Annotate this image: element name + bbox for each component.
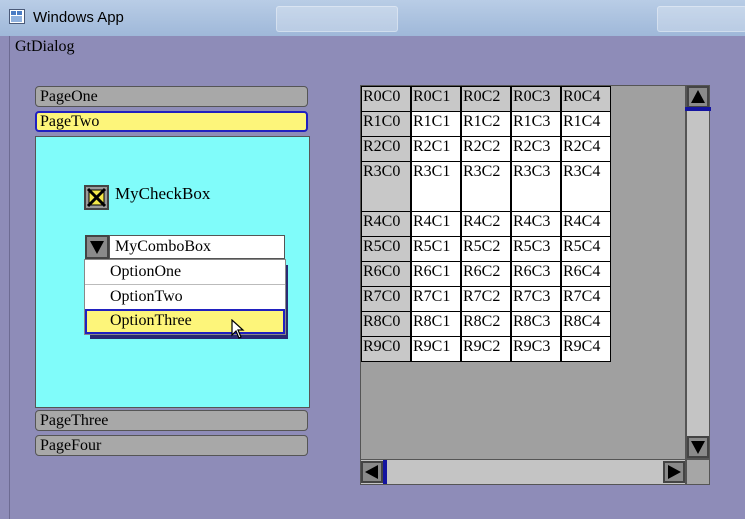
grid-cell[interactable]: R5C1 [411,236,461,262]
triangle-down-icon [691,441,705,454]
grid-cell[interactable]: R5C4 [561,236,611,262]
my-checkbox[interactable] [84,185,109,210]
triangle-up-icon [691,90,705,103]
combobox-dropdown-button[interactable] [85,235,109,259]
grid-cell[interactable]: R1C1 [411,111,461,137]
grid-cell[interactable]: R4C0 [361,211,411,237]
grid-cell[interactable]: R2C4 [561,136,611,162]
dialog-title: GtDialog [15,38,75,55]
grid-cell[interactable]: R3C3 [511,161,561,212]
grid-cell[interactable]: R7C1 [411,286,461,312]
grid-cell[interactable]: R6C1 [411,261,461,287]
grid-cell[interactable]: R8C0 [361,311,411,337]
tab-page-three[interactable]: PageThree [35,410,308,431]
grid-cell[interactable]: R2C0 [361,136,411,162]
grid-cell[interactable]: R8C3 [511,311,561,337]
grid-cell[interactable]: R6C3 [511,261,561,287]
window-title: Windows App [33,9,124,26]
grid-cell[interactable]: R9C1 [411,336,461,362]
triangle-left-icon [365,465,378,479]
grid-cell[interactable]: R5C2 [461,236,511,262]
dialog-client-area: GtDialog PageOne PageTwo MyCheckBox MyCo… [9,36,745,519]
window-app-icon [9,9,25,24]
background-window-tab [657,6,745,32]
grid-cell[interactable]: R0C4 [561,86,611,112]
grid-cell[interactable]: R4C2 [461,211,511,237]
triangle-down-icon [90,241,104,254]
grid-cell[interactable]: R7C2 [461,286,511,312]
grid-cell[interactable]: R1C3 [511,111,561,137]
scroll-up-button[interactable] [687,86,709,108]
grid-cell[interactable]: R3C0 [361,161,411,212]
grid-cell[interactable]: R8C1 [411,311,461,337]
scroll-left-button[interactable] [361,461,383,483]
checkmark-x-icon [86,187,107,208]
grid-cell[interactable]: R2C2 [461,136,511,162]
my-checkbox-label: MyCheckBox [115,184,211,203]
scroll-right-button[interactable] [663,461,685,483]
title-bar[interactable]: Windows App [0,0,745,36]
tab-page-one[interactable]: PageOne [35,86,308,107]
grid-cell[interactable]: R2C3 [511,136,561,162]
horizontal-scrollbar[interactable] [360,459,686,485]
grid-cell[interactable]: R5C0 [361,236,411,262]
combobox-dropdown-list: OptionOne OptionTwo OptionThree [84,259,286,335]
combobox-option-one[interactable]: OptionOne [85,260,285,285]
grid-cell[interactable]: R7C3 [511,286,561,312]
grid-view[interactable]: R0C0 R0C1 R0C2 R0C3 R0C4 R1C0 R1C1 R1C2 R1C3 R1C4… [360,85,686,485]
grid-cell[interactable]: R9C3 [511,336,561,362]
scroll-down-button[interactable] [687,436,709,458]
grid-cell[interactable]: R1C0 [361,111,411,137]
grid-cell[interactable]: R0C1 [411,86,461,112]
grid-cell[interactable]: R0C3 [511,86,561,112]
grid-cell[interactable]: R7C0 [361,286,411,312]
triangle-right-icon [668,465,681,479]
grid-cell[interactable]: R9C2 [461,336,511,362]
tab-page-four[interactable]: PageFour [35,435,308,456]
grid-cell[interactable]: R3C4 [561,161,611,212]
grid-cell[interactable]: R6C4 [561,261,611,287]
combobox-option-three[interactable]: OptionThree [85,309,285,334]
combobox-option-two[interactable]: OptionTwo [85,285,285,310]
combobox-field[interactable]: MyComboBox [109,235,285,259]
grid-cell[interactable]: R3C2 [461,161,511,212]
grid-cell[interactable]: R1C2 [461,111,511,137]
mouse-pointer-icon [231,319,245,339]
vertical-scrollbar[interactable] [686,85,710,459]
grid-cell[interactable]: R1C4 [561,111,611,137]
grid-cell[interactable]: R3C1 [411,161,461,212]
grid-cell[interactable]: R0C2 [461,86,511,112]
tab-page-two[interactable]: PageTwo [35,111,308,132]
grid-cell[interactable]: R7C4 [561,286,611,312]
grid-cell[interactable]: R4C4 [561,211,611,237]
grid-cell[interactable]: R8C4 [561,311,611,337]
grid-cell[interactable]: R4C1 [411,211,461,237]
scrollbar-corner [686,459,710,485]
background-window-tab [276,6,398,32]
grid-cell[interactable]: R9C0 [361,336,411,362]
grid-cell[interactable]: R2C1 [411,136,461,162]
grid-cell[interactable]: R6C0 [361,261,411,287]
grid-cell[interactable]: R5C3 [511,236,561,262]
grid-cell[interactable]: R6C2 [461,261,511,287]
horizontal-scroll-thumb[interactable] [383,460,387,484]
grid-cell[interactable]: R9C4 [561,336,611,362]
grid-cell[interactable]: R4C3 [511,211,561,237]
grid-cell[interactable]: R8C2 [461,311,511,337]
vertical-scroll-thumb[interactable] [685,107,711,111]
grid-cell[interactable]: R0C0 [361,86,411,112]
